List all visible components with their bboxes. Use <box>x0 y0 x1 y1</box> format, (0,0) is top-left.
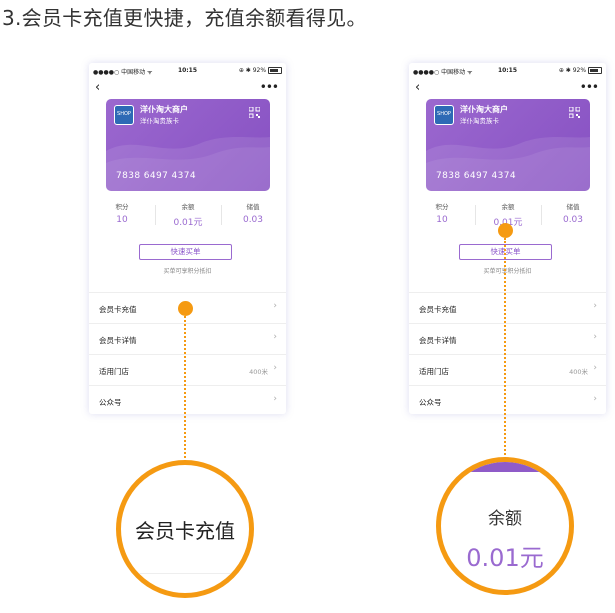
store-distance: 400米 <box>569 368 588 376</box>
stat-value: 0.03 <box>562 215 584 225</box>
status-bar: ●●●●○ 中国移动 ᯤ 10:15 ⊕ ✱ 92% <box>409 67 606 77</box>
qr-code-icon[interactable] <box>569 107 580 118</box>
stat-value: 10 <box>436 215 448 225</box>
store-distance: 400米 <box>249 368 268 376</box>
quick-pay-button[interactable]: 快速买单 <box>139 244 232 260</box>
phone-screen-left: ●●●●○ 中国移动 ᯤ 10:15 ⊕ ✱ 92% ‹ ••• SHOP 洋仆… <box>89 63 286 414</box>
stat-label: 储值 <box>246 203 260 211</box>
stat-stored-value[interactable]: 储值 0.03 <box>540 201 606 225</box>
back-icon[interactable]: ‹ <box>95 81 100 95</box>
menu-item-stores[interactable]: 适用门店 400米 › <box>89 354 286 385</box>
headline: 3.会员卡充值更快捷，充值余额看得见。 <box>2 6 367 30</box>
stat-stored-value[interactable]: 储值 0.03 <box>220 201 286 225</box>
card-number: 7838 6497 4374 <box>436 171 517 181</box>
chevron-right-icon: › <box>593 301 597 311</box>
stat-value: 0.03 <box>242 215 264 225</box>
menu-item-card-details[interactable]: 会员卡详情 › <box>89 323 286 354</box>
chevron-right-icon: › <box>273 332 277 342</box>
zoom-recharge-label: 会员卡充值 <box>135 519 235 543</box>
more-icon[interactable]: ••• <box>260 81 279 93</box>
card-wave-decoration <box>106 137 270 191</box>
qr-code-icon[interactable] <box>249 107 260 118</box>
stat-label: 余额 <box>181 203 195 211</box>
member-card[interactable]: SHOP 洋仆淘大商户 洋仆淘贵族卡 7838 6497 4374 <box>106 99 270 191</box>
zoom-balance-label: 余额 <box>488 509 522 529</box>
merchant-logo: SHOP <box>114 105 134 125</box>
chevron-right-icon: › <box>273 301 277 311</box>
battery-status: ⊕ ✱ 92% <box>239 67 282 74</box>
menu-item-official-account[interactable]: 公众号 › <box>409 385 606 414</box>
stats-row: 积分 10 余额 0.01元 储值 0.03 <box>89 201 286 231</box>
stat-value: 10 <box>116 215 128 225</box>
quick-pay-hint: 买单可享积分抵扣 <box>483 268 532 275</box>
stat-balance[interactable]: 余额 0.01元 <box>155 201 221 228</box>
stat-label: 积分 <box>435 203 449 211</box>
callout-line-recharge <box>184 316 186 462</box>
card-name: 洋仆淘贵族卡 <box>140 117 179 125</box>
battery-icon <box>588 67 602 74</box>
more-icon[interactable]: ••• <box>580 81 599 93</box>
stat-label: 储值 <box>566 203 580 211</box>
card-wave-decoration <box>426 137 590 191</box>
menu-item-card-details[interactable]: 会员卡详情 › <box>409 323 606 354</box>
back-icon[interactable]: ‹ <box>415 81 420 95</box>
chevron-right-icon: › <box>593 332 597 342</box>
chevron-right-icon: › <box>273 394 277 404</box>
highlight-dot-balance <box>498 223 513 238</box>
chevron-right-icon: › <box>593 394 597 404</box>
stat-label: 积分 <box>115 203 129 211</box>
merchant-logo: SHOP <box>434 105 454 125</box>
zoom-callout-recharge: 会员卡充值 <box>116 460 254 598</box>
status-bar: ●●●●○ 中国移动 ᯤ 10:15 ⊕ ✱ 92% <box>89 67 286 77</box>
zoom-balance-value: 0.01元 <box>466 544 544 572</box>
chevron-right-icon: › <box>273 363 277 373</box>
phone-screen-right: ●●●●○ 中国移动 ᯤ 10:15 ⊕ ✱ 92% ‹ ••• SHOP 洋仆… <box>409 63 606 414</box>
member-card[interactable]: SHOP 洋仆淘大商户 洋仆淘贵族卡 7838 6497 4374 <box>426 99 590 191</box>
stat-label: 余额 <box>501 203 515 211</box>
menu-list: 会员卡充值 › 会员卡详情 › 适用门店 400米 › 公众号 › <box>409 292 606 414</box>
merchant-name: 洋仆淘大商户 <box>140 105 188 114</box>
menu-item-recharge[interactable]: 会员卡充值 › <box>409 292 606 323</box>
card-name: 洋仆淘贵族卡 <box>460 117 499 125</box>
chevron-right-icon: › <box>593 363 597 373</box>
battery-icon <box>268 67 282 74</box>
menu-item-stores[interactable]: 适用门店 400米 › <box>409 354 606 385</box>
stat-value: 0.01元 <box>173 218 203 228</box>
quick-pay-hint: 买单可享积分抵扣 <box>163 268 212 275</box>
merchant-name: 洋仆淘大商户 <box>460 105 508 114</box>
card-edge-band <box>441 462 569 472</box>
menu-item-official-account[interactable]: 公众号 › <box>89 385 286 414</box>
nav-bar: ‹ ••• <box>409 81 606 97</box>
divider <box>121 573 249 574</box>
callout-line-balance <box>504 238 506 459</box>
stat-points[interactable]: 积分 10 <box>409 201 475 225</box>
nav-bar: ‹ ••• <box>89 81 286 97</box>
highlight-dot-recharge <box>178 301 193 316</box>
zoom-callout-balance: 余额 0.01元 <box>436 457 574 595</box>
battery-status: ⊕ ✱ 92% <box>559 67 602 74</box>
stat-points[interactable]: 积分 10 <box>89 201 155 225</box>
card-number: 7838 6497 4374 <box>116 171 197 181</box>
